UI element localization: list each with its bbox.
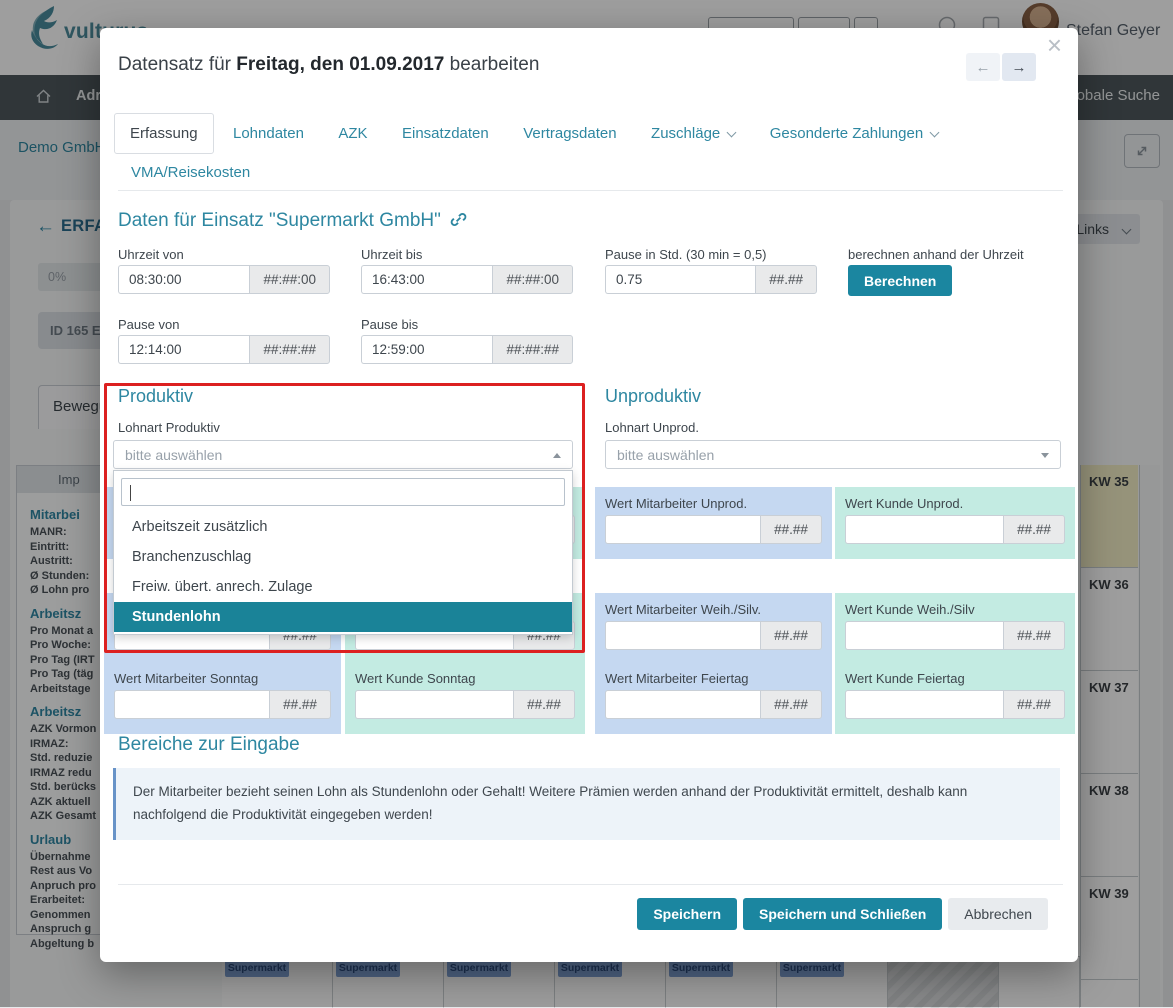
dropdown-options: Arbeitszeit zusätzlichBranchenzuschlagFr… (121, 512, 565, 632)
lohnart-unprod-select[interactable]: bitte auswählen (605, 440, 1061, 469)
uhrzeit-bis-format: ##:##:00 (492, 265, 573, 294)
label-uhrzeit-von: Uhrzeit von (118, 247, 184, 262)
wert-mitarbeiter-unprod-panel: Wert Mitarbeiter Unprod. ##.## (595, 487, 832, 559)
uhrzeit-von-format: ##:##:00 (249, 265, 330, 294)
field-uhrzeit-von: ##:##:00 (118, 265, 330, 294)
pause-bis-format: ##:##:## (492, 335, 573, 364)
label-berechnen: berechnen anhand der Uhrzeit (848, 247, 1024, 262)
pause-std-input[interactable] (605, 265, 755, 294)
wert-kunde-sonntag-panel: Wert Kunde Sonntag ##.## (345, 662, 585, 734)
label-uhrzeit-bis: Uhrzeit bis (361, 247, 422, 262)
tab-vma-reisekosten[interactable]: VMA/Reisekosten (131, 164, 250, 181)
pause-bis-input[interactable] (361, 335, 492, 364)
produktiv-heading: Produktiv (118, 386, 193, 407)
modal-tab[interactable]: AZK (323, 114, 382, 153)
modal-tab[interactable]: Vertragsdaten (508, 114, 631, 153)
wert-kunde-unprod-input[interactable] (845, 515, 1003, 544)
wert-mitarbeiter-weih-input[interactable] (605, 621, 760, 650)
wert-mitarbeiter-feiertag-input[interactable] (605, 690, 760, 719)
speichern-button[interactable]: Speichern (637, 898, 737, 930)
label-pause-bis: Pause bis (361, 317, 418, 332)
chevron-down-icon (1041, 453, 1049, 458)
modal-tab[interactable]: Erfassung (114, 113, 214, 154)
chevron-down-icon (930, 128, 940, 138)
bereiche-heading: Bereiche zur Eingabe (118, 734, 300, 756)
dropdown-option[interactable]: Stundenlohn (114, 602, 572, 632)
pause-von-input[interactable] (118, 335, 249, 364)
dropdown-search-input[interactable] (121, 478, 565, 506)
field-pause-bis: ##:##:## (361, 335, 573, 364)
lohnart-produktiv-select[interactable]: bitte auswählen (113, 440, 573, 469)
label-lohnart-produktiv: Lohnart Produktiv (118, 420, 220, 435)
label-pause-von: Pause von (118, 317, 179, 332)
modal-tab[interactable]: Lohndaten (218, 114, 319, 153)
modal-tab[interactable]: Gesonderte Zahlungen (755, 114, 953, 153)
dropdown-option[interactable]: Arbeitszeit zusätzlich (121, 512, 565, 542)
modal-title-date: Freitag, den 01.09.2017 (236, 54, 444, 75)
wert-kunde-weih-panel: Wert Kunde Weih./Silv ##.## (835, 593, 1075, 665)
modal-tab[interactable]: Einsatzdaten (387, 114, 504, 153)
footer-divider (118, 884, 1063, 885)
next-record-button[interactable]: → (1002, 53, 1036, 81)
wert-mitarbeiter-sonntag-panel: Wert Mitarbeiter Sonntag ##.## (104, 662, 341, 734)
field-pause-std: ##.## (605, 265, 817, 294)
wert-mitarbeiter-weih-panel: Wert Mitarbeiter Weih./Silv. ##.## (595, 593, 832, 665)
dropdown-option[interactable]: Branchenzuschlag (121, 542, 565, 572)
chevron-up-icon (553, 453, 561, 458)
wert-kunde-weih-input[interactable] (845, 621, 1003, 650)
label-pause-std: Pause in Std. (30 min = 0,5) (605, 247, 767, 262)
close-icon[interactable]: × (1047, 32, 1062, 58)
info-box: Der Mitarbeiter bezieht seinen Lohn als … (113, 768, 1060, 840)
wert-kunde-sonntag-input[interactable] (355, 690, 513, 719)
abbrechen-button[interactable]: Abbrechen (948, 898, 1048, 930)
uhrzeit-bis-input[interactable] (361, 265, 492, 294)
wert-mitarbeiter-sonntag-input[interactable] (114, 690, 269, 719)
label-lohnart-unprod: Lohnart Unprod. (605, 420, 699, 435)
modal-tab[interactable]: Zuschläge (636, 114, 750, 153)
edit-record-modal: Datensatz für Freitag, den 01.09.2017 be… (100, 28, 1078, 962)
wert-kunde-feiertag-panel: Wert Kunde Feiertag ##.## (835, 662, 1075, 734)
section-title-einsatz: Daten für Einsatz "Supermarkt GmbH" (118, 210, 467, 232)
dropdown-option[interactable]: Freiw. übert. anrech. Zulage (121, 572, 565, 602)
previous-record-button[interactable]: ← (966, 53, 1000, 81)
lohnart-produktiv-dropdown: Arbeitszeit zusätzlichBranchenzuschlagFr… (113, 470, 573, 635)
wert-mitarbeiter-feiertag-panel: Wert Mitarbeiter Feiertag ##.## (595, 662, 832, 734)
field-pause-von: ##:##:## (118, 335, 330, 364)
tabs-divider (118, 190, 1063, 191)
modal-title: Datensatz für Freitag, den 01.09.2017 be… (118, 54, 539, 76)
field-uhrzeit-bis: ##:##:00 (361, 265, 573, 294)
pause-std-format: ##.## (755, 265, 817, 294)
wert-kunde-feiertag-input[interactable] (845, 690, 1003, 719)
modal-tabs: Erfassung Lohndaten AZK Einsatzdaten Ver… (114, 113, 953, 154)
link-icon[interactable] (450, 211, 467, 228)
text-cursor (130, 485, 131, 501)
speichern-schliessen-button[interactable]: Speichern und Schließen (743, 898, 942, 930)
pause-von-format: ##:##:## (249, 335, 330, 364)
chevron-down-icon (727, 128, 737, 138)
uhrzeit-von-input[interactable] (118, 265, 249, 294)
footer-buttons: Speichern Speichern und Schließen Abbrec… (637, 898, 1048, 930)
wert-mitarbeiter-unprod-input[interactable] (605, 515, 760, 544)
berechnen-button[interactable]: Berechnen (848, 265, 952, 296)
wert-kunde-unprod-panel: Wert Kunde Unprod. ##.## (835, 487, 1075, 559)
unproduktiv-heading: Unproduktiv (605, 386, 701, 407)
